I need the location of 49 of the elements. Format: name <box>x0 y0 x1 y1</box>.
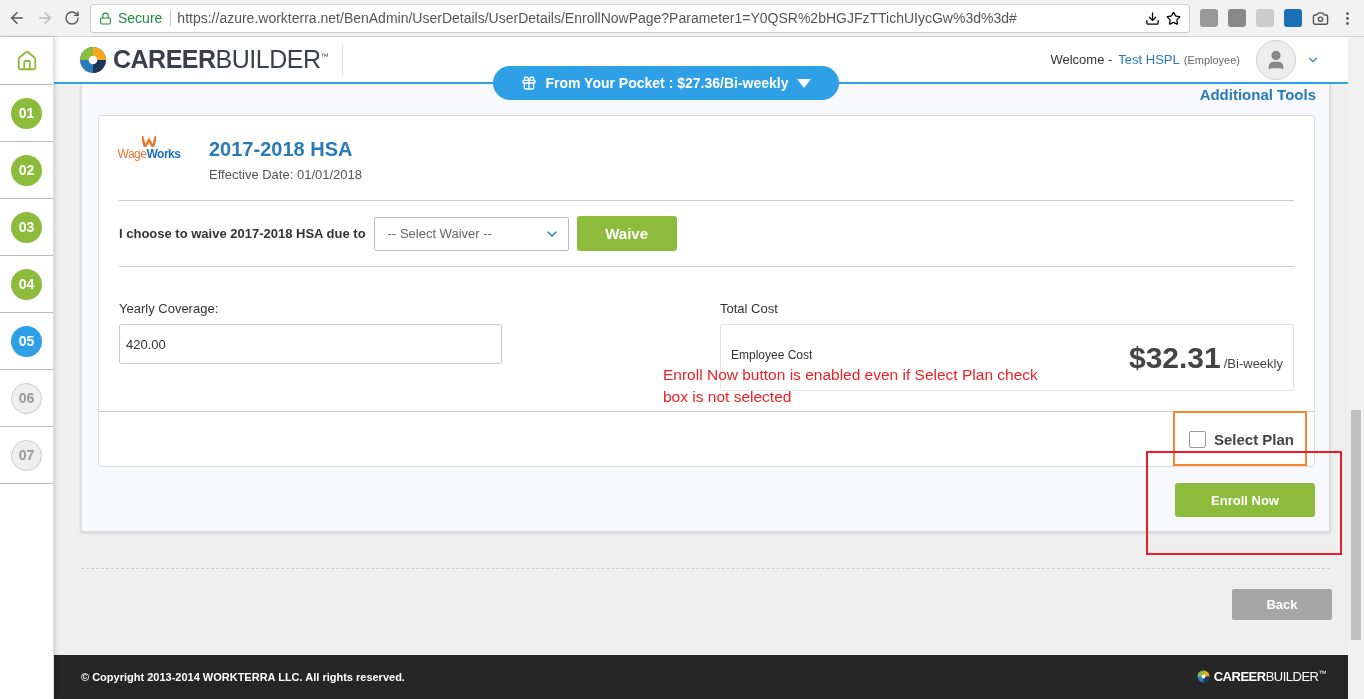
waive-label: I choose to waive 2017-2018 HSA due to <box>119 226 366 241</box>
copyright-text: © Copyright 2013-2014 WORKTERRA LLC. All rights reserved. <box>81 671 405 683</box>
logo-icon <box>79 45 107 74</box>
provider-logo: WageWorks <box>117 147 181 161</box>
additional-tools-link[interactable]: Additional Tools <box>1199 87 1316 103</box>
effective-date: Effective Date: 01/01/2018 <box>209 167 362 182</box>
step-indicator[interactable]: 03 <box>11 211 42 243</box>
step-indicator[interactable]: 05 <box>11 325 42 357</box>
step-indicator[interactable]: 02 <box>11 154 42 186</box>
waiver-select[interactable]: -- Select Waiver -- <box>373 216 569 251</box>
avatar-icon[interactable] <box>1256 39 1296 80</box>
select-plan-checkbox[interactable] <box>1188 430 1206 448</box>
address-bar[interactable]: Secure https://azure.workterra.net/BenAdmin/UserDetails/UserDetails/EnrollNowPage?Parameter1=Y0QSR%2bHGJFzTTichUIycGw%3d%3d# <box>90 3 1190 33</box>
logo-icon <box>1196 670 1210 684</box>
welcome-text: Welcome - <box>1050 52 1113 67</box>
employee-cost-label: Employee Cost <box>731 348 813 362</box>
gift-icon <box>521 75 538 91</box>
total-cost-label: Total Cost <box>720 301 779 316</box>
pocket-cost-button[interactable]: From Your Pocket : $27.36/Bi-weekly <box>493 66 839 100</box>
waive-button[interactable]: Waive <box>576 216 677 251</box>
select-plan-label[interactable]: Select Plan <box>1213 430 1294 448</box>
cost-period: /Bi-weekly <box>1223 355 1283 371</box>
user-name-link[interactable]: Test HSPL <box>1118 52 1180 67</box>
footer-logo-text: CAREERBUILDER$^{™}$ <box>1213 669 1326 685</box>
coverage-field[interactable]: 420.00 <box>119 324 502 364</box>
coverage-label: Yearly Coverage: <box>119 301 220 316</box>
extension-icon[interactable] <box>1284 9 1302 27</box>
lock-icon <box>99 11 112 25</box>
plan-title: 2017-2018 HSA <box>209 138 354 161</box>
step-indicator[interactable]: 01 <box>11 97 42 129</box>
home-icon[interactable] <box>15 49 38 72</box>
annotation-text: Enroll Now button is enabled even if Select Plan check box is not selected <box>663 365 1039 407</box>
back-button[interactable]: Back <box>1232 589 1332 620</box>
user-role: (Employee) <box>1183 53 1240 66</box>
camera-icon[interactable] <box>1312 9 1329 27</box>
star-icon[interactable] <box>1166 10 1181 26</box>
download-icon[interactable] <box>1145 10 1160 26</box>
enroll-now-button[interactable]: Enroll Now <box>1175 483 1315 517</box>
step-indicator[interactable]: 04 <box>11 268 42 300</box>
step-indicator[interactable]: 07 <box>11 439 42 471</box>
step-indicator[interactable]: 06 <box>11 382 42 414</box>
employee-cost: $32.31 <box>1129 340 1221 375</box>
url-text: https://azure.workterra.net/BenAdmin/UserDetails/UserDetails/EnrollNowPage?Parameter1=Y0QSR%2bHGJFzTTichUIycGw%3d%3d# <box>177 10 1017 26</box>
secure-label: Secure <box>118 10 172 26</box>
back-icon[interactable] <box>8 9 26 27</box>
reload-icon[interactable] <box>64 10 80 26</box>
logo-icon <box>142 136 156 147</box>
caret-icon <box>796 78 811 88</box>
logo-text: CAREERBUILDER$^{™}$ <box>113 45 328 74</box>
